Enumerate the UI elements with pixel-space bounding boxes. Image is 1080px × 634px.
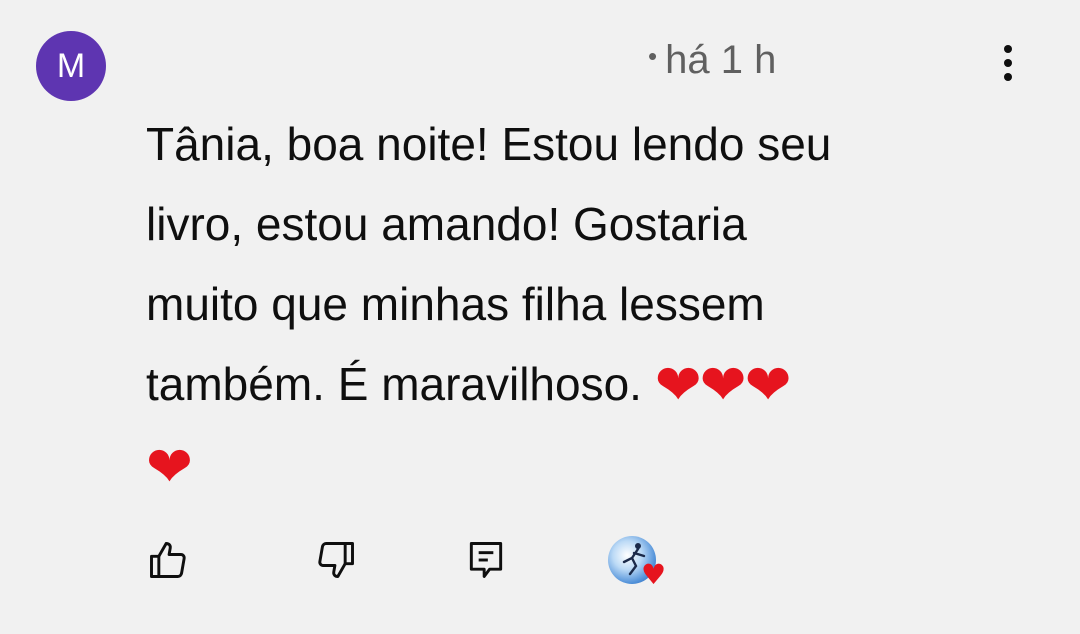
heart-emoji-group: ❤❤❤ bbox=[654, 353, 792, 418]
comment-card: M • há 1 h Tânia, boa noite! Estou lendo … bbox=[0, 0, 1080, 634]
more-options-button[interactable] bbox=[985, 40, 1031, 86]
author-initial: M bbox=[56, 47, 86, 85]
reply-button[interactable] bbox=[462, 534, 510, 586]
separator-dot: • bbox=[648, 41, 658, 71]
comment-meta: • há 1 h bbox=[648, 38, 776, 83]
more-vertical-icon bbox=[1004, 45, 1012, 81]
comment-line-emoji: ❤ bbox=[146, 426, 966, 508]
reply-comment-icon bbox=[469, 542, 503, 578]
comment-text: Tânia, boa noite! Estou lendo seu livro,… bbox=[146, 104, 966, 508]
comment-line: muito que minhas filha lessem bbox=[146, 278, 765, 330]
heart-emoji: ❤ bbox=[146, 435, 193, 500]
comment-timestamp[interactable]: há 1 h bbox=[665, 38, 776, 82]
author-avatar[interactable]: M bbox=[36, 31, 106, 101]
comment-actions: ♥ bbox=[0, 534, 1080, 594]
comment-line: livro, estou amando! Gostaria bbox=[146, 198, 747, 250]
dislike-button[interactable] bbox=[312, 534, 360, 586]
thumbs-down-icon bbox=[318, 542, 354, 578]
comment-line: também. É maravilhoso. bbox=[146, 358, 642, 410]
heart-icon: ♥ bbox=[641, 558, 667, 591]
comment-line-with-emoji: também. É maravilhoso. ❤❤❤ bbox=[146, 344, 966, 426]
creator-heart-badge: ♥ bbox=[606, 534, 670, 592]
comment-line: Tânia, boa noite! Estou lendo seu bbox=[146, 118, 832, 170]
thumbs-up-icon bbox=[150, 542, 186, 578]
like-button[interactable] bbox=[144, 534, 192, 586]
